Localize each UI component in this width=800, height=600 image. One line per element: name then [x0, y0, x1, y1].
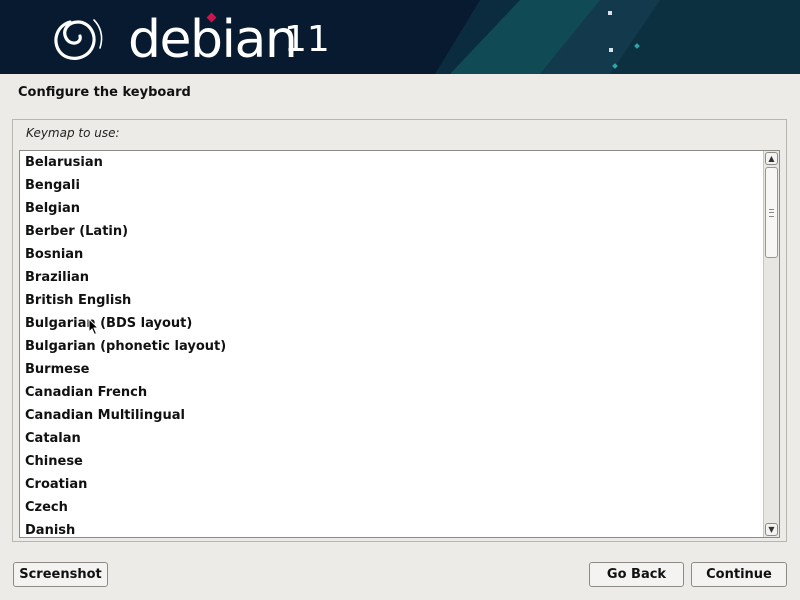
keymap-list-item[interactable]: Chinese — [20, 450, 764, 473]
keymap-list-items: Belarusian Bengali Belgian Berber (Latin) Bo… — [20, 151, 764, 537]
go-back-button[interactable]: Go Back — [589, 562, 684, 587]
banner-graphic — [0, 0, 800, 74]
scroll-thumb[interactable] — [765, 167, 778, 258]
installer-banner: debian 11 — [0, 0, 800, 74]
brand-version: 11 — [284, 19, 330, 60]
keymap-list-item[interactable]: Canadian Multilingual — [20, 404, 764, 427]
list-scrollbar[interactable]: ▲ ▼ — [763, 151, 779, 537]
continue-button[interactable]: Continue — [691, 562, 787, 587]
keymap-list-item[interactable]: Belgian — [20, 197, 764, 220]
keymap-list-item[interactable]: Canadian French — [20, 381, 764, 404]
keymap-list-item[interactable]: Brazilian — [20, 266, 764, 289]
keymap-list[interactable]: Belarusian Bengali Belgian Berber (Latin) Bo… — [19, 150, 780, 538]
keymap-list-item[interactable]: Czech — [20, 496, 764, 519]
scroll-down-arrow-icon[interactable]: ▼ — [765, 523, 778, 536]
keymap-label: Keymap to use: — [26, 126, 120, 140]
page-title: Configure the keyboard — [18, 85, 191, 100]
keymap-list-item[interactable]: Croatian — [20, 473, 764, 496]
mouse-pointer-icon — [88, 318, 100, 336]
keymap-list-item[interactable]: Belarusian — [20, 151, 764, 174]
keymap-list-item[interactable]: British English — [20, 289, 764, 312]
grip-icon — [769, 209, 774, 217]
keymap-list-item[interactable]: Bosnian — [20, 243, 764, 266]
keymap-list-item[interactable]: Berber (Latin) — [20, 220, 764, 243]
keymap-list-item[interactable]: Bulgarian (phonetic layout) — [20, 335, 764, 358]
scroll-up-arrow-icon[interactable]: ▲ — [765, 152, 778, 165]
keymap-list-item[interactable]: Catalan — [20, 427, 764, 450]
keymap-list-item[interactable]: Bulgarian (BDS layout) — [20, 312, 764, 335]
screenshot-button[interactable]: Screenshot — [13, 562, 108, 587]
keymap-list-item[interactable]: Burmese — [20, 358, 764, 381]
keymap-list-item[interactable]: Danish — [20, 519, 764, 537]
keymap-list-item[interactable]: Bengali — [20, 174, 764, 197]
brand-name: debian — [128, 10, 298, 70]
